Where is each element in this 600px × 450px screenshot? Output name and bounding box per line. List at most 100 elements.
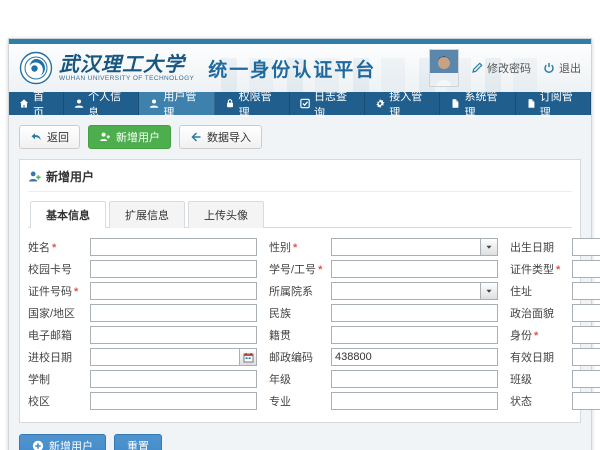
birth-date-input[interactable] xyxy=(572,238,600,256)
change-password-link[interactable]: 修改密码 xyxy=(471,60,531,76)
entry-date-label: 进校日期 xyxy=(28,349,90,365)
tab-basic-info[interactable]: 基本信息 xyxy=(30,201,106,228)
user-plus-icon xyxy=(28,170,41,183)
tab-upload-avatar[interactable]: 上传头像 xyxy=(188,201,264,228)
native-place-input[interactable] xyxy=(331,326,498,344)
import-arrow-icon xyxy=(190,131,202,143)
reset-button[interactable]: 重置 xyxy=(114,434,162,450)
campus-label: 校区 xyxy=(28,393,90,409)
nav-label: 系统管理 xyxy=(465,88,505,120)
name-label: 姓名* xyxy=(28,239,90,255)
entry-date-input[interactable] xyxy=(90,348,240,366)
tab-extended-info[interactable]: 扩展信息 xyxy=(109,201,185,228)
add-user-toolbar-button[interactable]: 新增用户 xyxy=(88,125,171,149)
student-id-input[interactable] xyxy=(331,260,498,278)
power-icon xyxy=(543,62,555,74)
name-input[interactable] xyxy=(90,238,257,256)
nav-label: 首页 xyxy=(33,88,53,120)
gender-select[interactable] xyxy=(331,238,481,256)
campus-input[interactable] xyxy=(90,392,257,410)
tab-bar: 基本信息 扩展信息 上传头像 xyxy=(28,200,572,228)
university-logo-icon xyxy=(19,51,53,85)
political-status-input[interactable] xyxy=(572,304,600,322)
nav-item-home[interactable]: 首页 xyxy=(9,92,64,115)
native-place-label: 籍贯 xyxy=(269,327,331,343)
field-status: 状态 xyxy=(510,392,600,410)
file-icon xyxy=(526,98,536,109)
nav-item-log-query[interactable]: 日志查询 xyxy=(290,92,365,115)
logout-link[interactable]: 退出 xyxy=(543,60,581,76)
back-button[interactable]: 返回 xyxy=(19,125,80,149)
user-plus-icon xyxy=(99,131,111,143)
class-label: 班级 xyxy=(510,371,572,387)
header: 武汉理工大学 WUHAN UNIVERSITY OF TECHNOLOGY 统一… xyxy=(9,44,591,92)
nav-label: 订阅管理 xyxy=(540,88,580,120)
field-email: 电子邮箱 xyxy=(28,326,257,344)
brand: 武汉理工大学 WUHAN UNIVERSITY OF TECHNOLOGY 统一… xyxy=(19,51,376,85)
identity-input[interactable] xyxy=(572,326,600,344)
chevron-down-icon xyxy=(485,287,493,295)
field-student-id: 学号/工号* xyxy=(269,260,498,278)
postal-code-input[interactable] xyxy=(331,348,498,366)
postal-code-label: 邮政编码 xyxy=(269,349,331,365)
field-name: 姓名* xyxy=(28,238,257,256)
nav-item-permission-management[interactable]: 权限管理 xyxy=(215,92,290,115)
education-length-input[interactable] xyxy=(90,370,257,388)
country-input[interactable] xyxy=(90,304,257,322)
reset-button-label: 重置 xyxy=(127,438,149,450)
field-grade: 年级 xyxy=(269,370,498,388)
major-input[interactable] xyxy=(331,392,498,410)
valid-date-input[interactable] xyxy=(572,348,600,366)
entry-date-calendar-button[interactable] xyxy=(240,348,257,366)
data-import-button[interactable]: 数据导入 xyxy=(179,125,262,149)
file-icon xyxy=(450,98,460,109)
lock-icon xyxy=(225,98,235,109)
panel-title-label: 新增用户 xyxy=(46,168,94,185)
email-input[interactable] xyxy=(90,326,257,344)
campus-card-input[interactable] xyxy=(90,260,257,278)
university-name-en: WUHAN UNIVERSITY OF TECHNOLOGY xyxy=(59,76,194,83)
back-button-label: 返回 xyxy=(47,129,69,145)
grade-label: 年级 xyxy=(269,371,331,387)
id-type-input[interactable] xyxy=(572,260,600,278)
header-user-area: 修改密码 退出 xyxy=(429,49,581,87)
nav-item-user-management[interactable]: 用户管理 xyxy=(139,92,214,115)
field-valid-date: 有效日期 xyxy=(510,348,600,366)
nav-item-system-management[interactable]: 系统管理 xyxy=(440,92,515,115)
university-name: 武汉理工大学 WUHAN UNIVERSITY OF TECHNOLOGY xyxy=(59,54,194,83)
pencil-icon xyxy=(471,62,483,74)
department-select[interactable] xyxy=(331,282,481,300)
field-entry-date: 进校日期 xyxy=(28,348,257,366)
class-input[interactable] xyxy=(572,370,600,388)
id-number-input[interactable] xyxy=(90,282,257,300)
nav-item-personal-info[interactable]: 个人信息 xyxy=(64,92,139,115)
content-area: 返回 新增用户 数据导入 新增用户 基本信息 扩展信息 上传头像 xyxy=(9,115,591,450)
nav-item-access-management[interactable]: 接入管理 xyxy=(365,92,440,115)
chevron-down-icon xyxy=(485,243,493,251)
screenshot-stage: 武汉理工大学 WUHAN UNIVERSITY OF TECHNOLOGY 统一… xyxy=(0,0,600,450)
field-political-status: 政治面貌 xyxy=(510,304,600,322)
nav-item-subscription-management[interactable]: 订阅管理 xyxy=(516,92,591,115)
status-input[interactable] xyxy=(572,392,600,410)
nav-label: 日志查询 xyxy=(314,88,354,120)
field-address: 住址 xyxy=(510,282,600,300)
major-label: 专业 xyxy=(269,393,331,409)
address-input[interactable] xyxy=(572,282,600,300)
avatar xyxy=(429,49,459,87)
home-icon xyxy=(19,98,29,109)
nav-label: 个人信息 xyxy=(88,88,128,120)
nav-label: 用户管理 xyxy=(163,88,203,120)
id-number-label: 证件号码* xyxy=(28,283,90,299)
gear-icon xyxy=(375,98,385,109)
ethnicity-input[interactable] xyxy=(331,304,498,322)
grade-input[interactable] xyxy=(331,370,498,388)
identity-label: 身份* xyxy=(510,327,572,343)
field-identity: 身份* xyxy=(510,326,600,344)
submit-add-user-button[interactable]: 新增用户 xyxy=(19,434,106,450)
country-label: 国家/地区 xyxy=(28,305,90,321)
gender-dropdown-button[interactable] xyxy=(481,238,498,256)
department-dropdown-button[interactable] xyxy=(481,282,498,300)
calendar-icon xyxy=(243,352,254,363)
field-id-number: 证件号码* xyxy=(28,282,257,300)
user-icon xyxy=(149,98,159,109)
